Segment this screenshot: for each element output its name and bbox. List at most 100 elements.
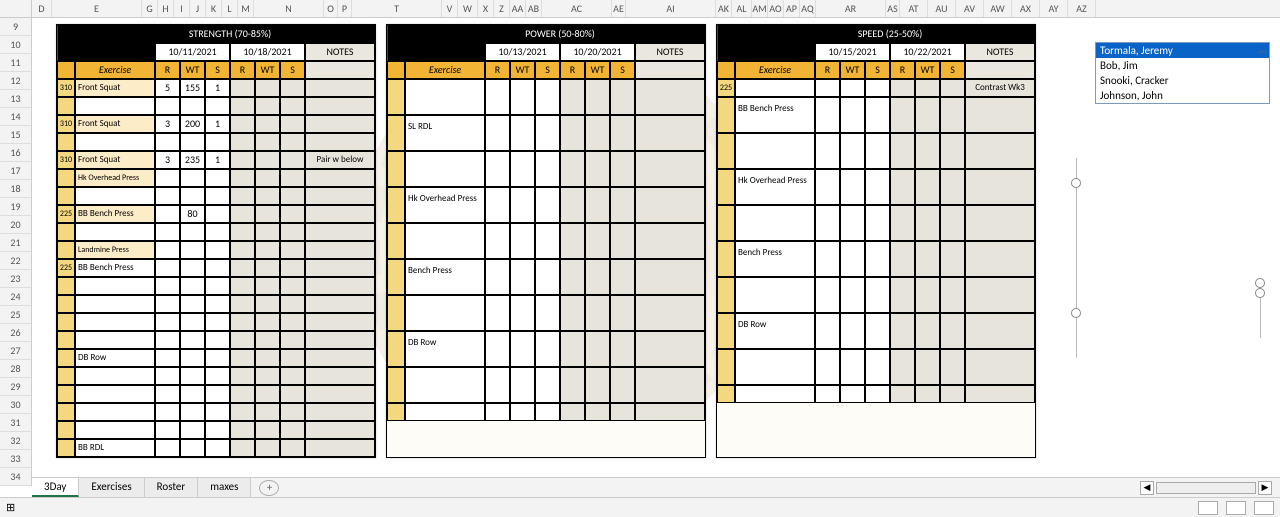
set-cell[interactable] [940,385,965,403]
set-cell[interactable] [280,115,305,133]
set-cell[interactable] [560,295,585,331]
set-cell[interactable] [255,115,280,133]
set-cell[interactable] [585,187,610,223]
set-cell[interactable] [940,349,965,385]
set-cell[interactable] [890,133,915,169]
set-cell[interactable] [915,97,940,133]
set-cell[interactable] [840,169,865,205]
set-cell[interactable] [155,169,180,187]
set-cell[interactable] [510,367,535,403]
set-cell[interactable] [560,187,585,223]
weight-ref-cell[interactable] [717,169,735,205]
set-cell[interactable] [485,403,510,421]
note-cell[interactable] [635,223,705,259]
set-cell[interactable] [255,421,280,439]
set-cell[interactable] [155,187,180,205]
vertical-slider-2[interactable] [1254,278,1268,338]
note-cell[interactable] [305,79,375,97]
note-cell[interactable] [305,97,375,115]
set-cell[interactable] [890,313,915,349]
column-header[interactable]: J [190,0,206,17]
set-cell[interactable] [230,331,255,349]
note-cell[interactable] [305,259,375,277]
set-cell[interactable] [155,295,180,313]
column-header[interactable]: E [52,0,142,17]
set-cell[interactable] [535,367,560,403]
set-cell[interactable] [155,439,180,457]
set-cell[interactable]: 1 [205,151,230,169]
horizontal-scrollbar[interactable] [1156,482,1256,494]
set-cell[interactable] [155,133,180,151]
weight-ref-cell[interactable] [717,205,735,241]
set-cell[interactable] [585,367,610,403]
set-cell[interactable] [535,79,560,115]
set-cell[interactable] [155,349,180,367]
set-cell[interactable] [840,385,865,403]
set-cell[interactable] [865,313,890,349]
set-cell[interactable] [940,79,965,97]
set-cell[interactable] [280,421,305,439]
note-cell[interactable]: Pair w below [305,151,375,169]
set-cell[interactable] [205,349,230,367]
set-cell[interactable] [865,79,890,97]
set-cell[interactable]: 3 [155,151,180,169]
set-cell[interactable]: 5 [155,79,180,97]
set-cell[interactable] [280,241,305,259]
set-cell[interactable] [255,133,280,151]
set-cell[interactable] [230,421,255,439]
set-cell[interactable]: 80 [180,205,205,223]
set-cell[interactable] [205,313,230,331]
set-cell[interactable] [180,367,205,385]
set-cell[interactable] [230,97,255,115]
note-cell[interactable] [305,349,375,367]
set-cell[interactable] [230,439,255,457]
exercise-cell[interactable] [735,205,815,241]
set-cell[interactable] [230,313,255,331]
set-cell[interactable] [280,151,305,169]
set-cell[interactable] [560,79,585,115]
set-cell[interactable] [915,277,940,313]
set-cell[interactable] [255,367,280,385]
note-cell[interactable] [635,115,705,151]
set-cell[interactable] [585,403,610,421]
column-header[interactable]: L [222,0,238,17]
row-header[interactable]: 21 [0,234,31,252]
exercise-cell[interactable]: Hk Overhead Press [405,187,485,223]
set-cell[interactable] [890,277,915,313]
row-header[interactable]: 29 [0,378,31,396]
row-header[interactable]: 26 [0,324,31,342]
date-cell[interactable]: 10/11/2021 [155,43,230,61]
weight-ref-cell[interactable] [57,349,75,367]
note-cell[interactable] [305,295,375,313]
scroll-up-icon[interactable]: ︿ [1258,43,1267,56]
note-cell[interactable] [635,331,705,367]
set-cell[interactable] [230,367,255,385]
column-header[interactable]: AB [526,0,542,17]
set-cell[interactable] [510,79,535,115]
set-cell[interactable] [485,187,510,223]
set-cell[interactable] [280,133,305,151]
column-header[interactable]: T [352,0,442,17]
set-cell[interactable] [915,313,940,349]
row-header[interactable]: 10 [0,36,31,54]
row-header[interactable]: 9 [0,18,31,36]
set-cell[interactable] [155,277,180,295]
weight-ref-cell[interactable] [57,133,75,151]
set-cell[interactable] [840,79,865,97]
set-cell[interactable] [610,79,635,115]
note-cell[interactable] [305,367,375,385]
weight-ref-cell[interactable] [387,223,405,259]
column-header[interactable]: H [158,0,174,17]
set-cell[interactable] [815,169,840,205]
set-cell[interactable] [230,241,255,259]
set-cell[interactable] [585,331,610,367]
recording-icon[interactable]: ⊞ [6,501,15,514]
set-cell[interactable] [840,241,865,277]
column-header[interactable]: AS [886,0,900,17]
set-cell[interactable] [205,385,230,403]
weight-ref-cell[interactable] [717,313,735,349]
weight-ref-cell[interactable] [387,259,405,295]
exercise-cell[interactable]: BB Bench Press [75,205,155,223]
set-cell[interactable] [535,403,560,421]
name-list-item[interactable]: Johnson, John [1096,88,1269,103]
